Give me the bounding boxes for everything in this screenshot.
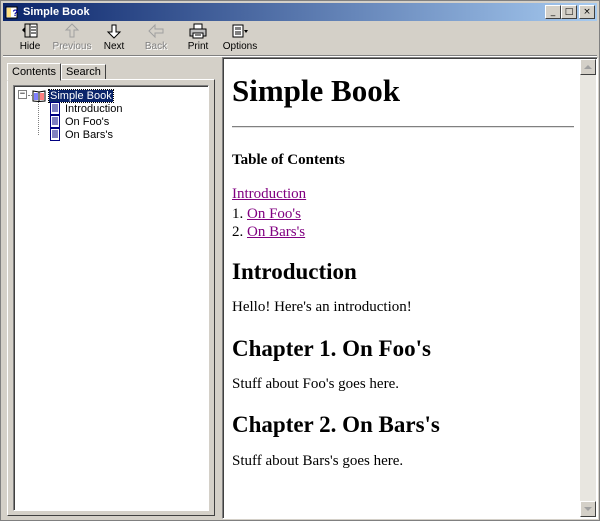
help-window: ? Simple Book _ □ × Hide Previous Next B… xyxy=(0,0,600,521)
toc-link-on-bars[interactable]: On Bars's xyxy=(247,224,305,240)
tab-search[interactable]: Search xyxy=(61,64,106,80)
contents-panel: − Simple Book Introduction On Foo's On B… xyxy=(7,79,215,516)
print-button[interactable]: Print xyxy=(177,22,219,54)
tree-item-label: Introduction xyxy=(65,102,123,115)
svg-text:?: ? xyxy=(13,8,19,18)
hide-button[interactable]: Hide xyxy=(9,22,51,54)
previous-label: Previous xyxy=(52,41,92,52)
toc-item-2: 2. On Bars's xyxy=(232,224,305,241)
back-button[interactable]: Back xyxy=(135,22,177,54)
toc-link-on-foos[interactable]: On Foo's xyxy=(247,206,301,222)
hide-icon xyxy=(21,23,39,39)
tree-item-on-bars[interactable]: On Bars's xyxy=(48,128,114,141)
printer-icon xyxy=(189,23,207,39)
maximize-button[interactable]: □ xyxy=(561,5,577,19)
up-arrow-icon xyxy=(63,23,81,39)
scroll-up-button[interactable] xyxy=(580,59,596,75)
page-icon xyxy=(50,115,60,128)
tree-item-introduction[interactable]: Introduction xyxy=(48,102,123,115)
tree-connector xyxy=(38,102,39,135)
toc-number: 2. xyxy=(232,224,244,240)
title-divider xyxy=(232,126,574,128)
hide-label: Hide xyxy=(19,41,41,52)
tab-contents[interactable]: Contents xyxy=(7,63,62,81)
nav-tabs: Contents Search xyxy=(7,62,106,81)
vertical-scrollbar[interactable] xyxy=(580,59,596,517)
window-title: Simple Book xyxy=(23,6,90,18)
next-button[interactable]: Next xyxy=(93,22,135,54)
previous-button[interactable]: Previous xyxy=(51,22,93,54)
tree-root-item[interactable]: Simple Book xyxy=(32,88,114,103)
scroll-down-button[interactable] xyxy=(580,501,596,517)
section-body: Stuff about Bars's goes here. xyxy=(232,453,404,469)
tree-item-label: On Bars's xyxy=(65,128,113,141)
section-heading: Chapter 1. On Foo's xyxy=(232,336,431,361)
down-arrow-icon xyxy=(105,23,123,39)
tree-root-label: Simple Book xyxy=(48,88,114,103)
toc-item-introduction: Introduction xyxy=(232,186,306,203)
section-body: Hello! Here's an introduction! xyxy=(232,299,412,315)
next-label: Next xyxy=(103,41,125,52)
back-label: Back xyxy=(144,41,168,52)
scroll-down-arrow-icon xyxy=(584,507,592,511)
page-icon xyxy=(50,102,60,115)
tree-item-label: On Foo's xyxy=(65,115,110,128)
toc-heading: Table of Contents xyxy=(232,152,345,168)
tab-contents-label: Contents xyxy=(12,66,57,78)
tab-search-label: Search xyxy=(66,66,101,78)
toc-number: 1. xyxy=(232,206,244,222)
help-book-icon: ? xyxy=(5,5,19,19)
close-button[interactable]: × xyxy=(579,5,595,19)
left-arrow-icon xyxy=(147,23,165,39)
title-bar[interactable]: ? Simple Book _ □ × xyxy=(3,3,597,21)
toc-link-introduction[interactable]: Introduction xyxy=(232,186,306,202)
navigation-pane: Contents Search − Simple Book Introducti… xyxy=(3,59,217,519)
open-book-icon xyxy=(32,89,46,103)
section-body: Stuff about Foo's goes here. xyxy=(232,376,399,392)
tree-item-on-foos[interactable]: On Foo's xyxy=(48,115,110,128)
minimize-button[interactable]: _ xyxy=(545,5,561,19)
toc-item-1: 1. On Foo's xyxy=(232,206,301,223)
options-icon xyxy=(231,23,249,39)
section-heading: Chapter 2. On Bars's xyxy=(232,412,440,437)
content-pane: Simple Book Table of Contents Introducti… xyxy=(222,57,598,519)
print-label: Print xyxy=(187,41,209,52)
contents-tree[interactable]: − Simple Book Introduction On Foo's On B… xyxy=(13,85,209,511)
document-title: Simple Book xyxy=(232,73,400,108)
toolbar: Hide Previous Next Back Print Options xyxy=(3,22,597,54)
page-icon xyxy=(50,128,60,141)
options-label: Options xyxy=(222,41,258,52)
section-heading: Introduction xyxy=(232,259,357,284)
options-button[interactable]: Options xyxy=(219,22,261,54)
collapse-toggle[interactable]: − xyxy=(18,90,27,99)
scroll-up-arrow-icon xyxy=(584,65,592,69)
